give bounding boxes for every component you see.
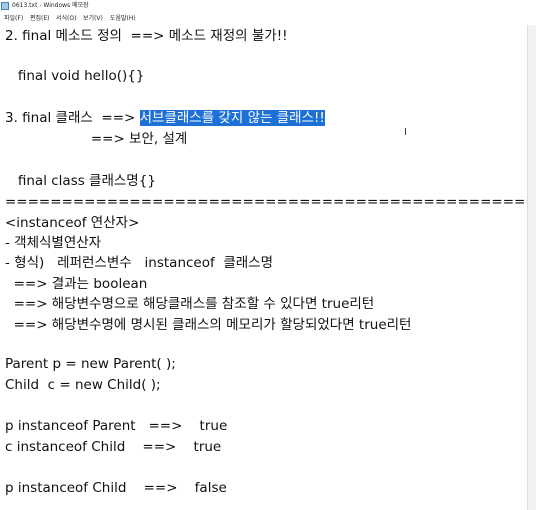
menu-bar: 파일(F) 편집(E) 서식(O) 보기(V) 도움말(H) [0,12,536,25]
text-line: ==> 해당변수명으로 해당클래스를 참조할 수 있다면 true리턴 [5,296,375,312]
menu-edit[interactable]: 편집(E) [30,12,50,25]
text-line: - 객체식별연산자 [5,235,102,251]
text-line: c instanceof Child ==> true [5,439,222,455]
text-line: ==> 보안, 설계 [5,131,188,147]
menu-help[interactable]: 도움말(H) [110,12,136,25]
text-line: ==> 결과는 boolean [5,276,148,292]
title-bar: 0613.txt - Windows 메모장 [0,0,536,12]
text-selection[interactable]: 서브클래스를 갖지 않는 클래스!! [139,110,325,126]
text-line: final class 클래스명{} [5,173,156,189]
text-line: - 형식) 레퍼런스변수 instanceof 클래스명 [5,255,274,271]
text-line: 2. final 메소드 정의 ==> 메소드 재정의 불가!! [5,28,288,44]
text-line: Child c = new Child( ); [5,377,161,393]
text-line: ==> 해당변수명에 명시된 클래스의 메모리가 할당되었다면 true리턴 [5,317,412,333]
text-line: p instanceof Child ==> false [5,480,227,496]
text-line: p instanceof Parent ==> true [5,418,228,434]
vertical-scrollbar[interactable] [527,25,536,510]
menu-format[interactable]: 서식(O) [56,12,76,25]
menu-view[interactable]: 보기(V) [83,12,103,25]
mouse-ibeam-icon: I [404,127,407,138]
text-editor[interactable]: 2. final 메소드 정의 ==> 메소드 재정의 불가!! final v… [0,25,528,510]
menu-file[interactable]: 파일(F) [4,12,23,25]
text-line: <instanceof 연산자> [5,215,140,231]
text-line-prefix: 3. final 클래스 ==> [5,110,140,126]
separator-line: ========================================… [5,194,528,210]
text-line: final void hello(){} [5,68,145,84]
window-title: 0613.txt - Windows 메모장 [12,2,89,9]
text-line: 3. final 클래스 ==> 서브클래스를 갖지 않는 클래스!! [5,107,325,129]
text-line: Parent p = new Parent( ); [5,356,176,372]
notepad-icon [1,2,9,10]
